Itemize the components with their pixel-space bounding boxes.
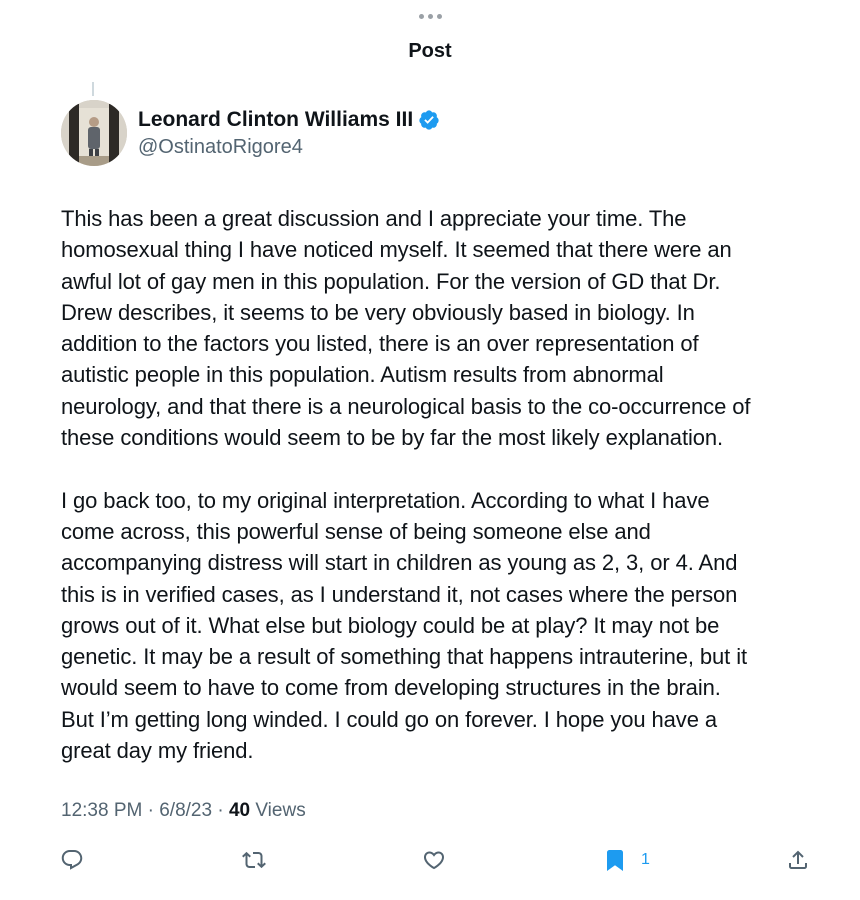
share-icon — [789, 850, 807, 869]
meta-separator: · — [142, 800, 160, 821]
retweet-button[interactable] — [242, 842, 266, 878]
avatar[interactable] — [61, 100, 127, 166]
display-name[interactable]: Leonard Clinton Williams III — [138, 108, 413, 132]
like-button[interactable] — [422, 842, 446, 878]
bookmark-button[interactable]: 1 — [603, 842, 650, 878]
tweet-date[interactable]: 6/8/23 — [159, 800, 212, 821]
more-options-icon[interactable] — [0, 6, 860, 20]
tweet-paragraph: I go back too, to my original interpreta… — [61, 487, 748, 764]
reply-icon — [61, 850, 83, 870]
tweet-meta: 12:38 PM · 6/8/23 · 40 Views — [61, 800, 306, 822]
handle[interactable]: @OstinatoRigore4 — [138, 136, 440, 159]
tweet-time[interactable]: 12:38 PM — [61, 800, 142, 821]
page-title: Post — [408, 40, 452, 62]
avatar-image — [61, 100, 127, 166]
views-count: 40 — [228, 800, 251, 821]
verified-badge-icon — [418, 109, 440, 131]
thread-connector-line — [92, 82, 94, 96]
share-button[interactable] — [786, 842, 810, 878]
bookmark-icon — [607, 850, 623, 871]
tweet-paragraph: This has been a great discussion and I a… — [61, 206, 751, 451]
action-bar: 1 — [52, 842, 822, 878]
views-label: Views — [250, 800, 306, 821]
meta-separator: · — [212, 800, 229, 821]
heart-icon — [423, 851, 445, 870]
bookmark-count: 1 — [641, 851, 650, 868]
author-block: Leonard Clinton Williams III @OstinatoRi… — [138, 106, 440, 159]
reply-button[interactable] — [60, 842, 84, 878]
tweet-text: This has been a great discussion and I a… — [61, 203, 821, 766]
retweet-icon — [242, 851, 266, 869]
